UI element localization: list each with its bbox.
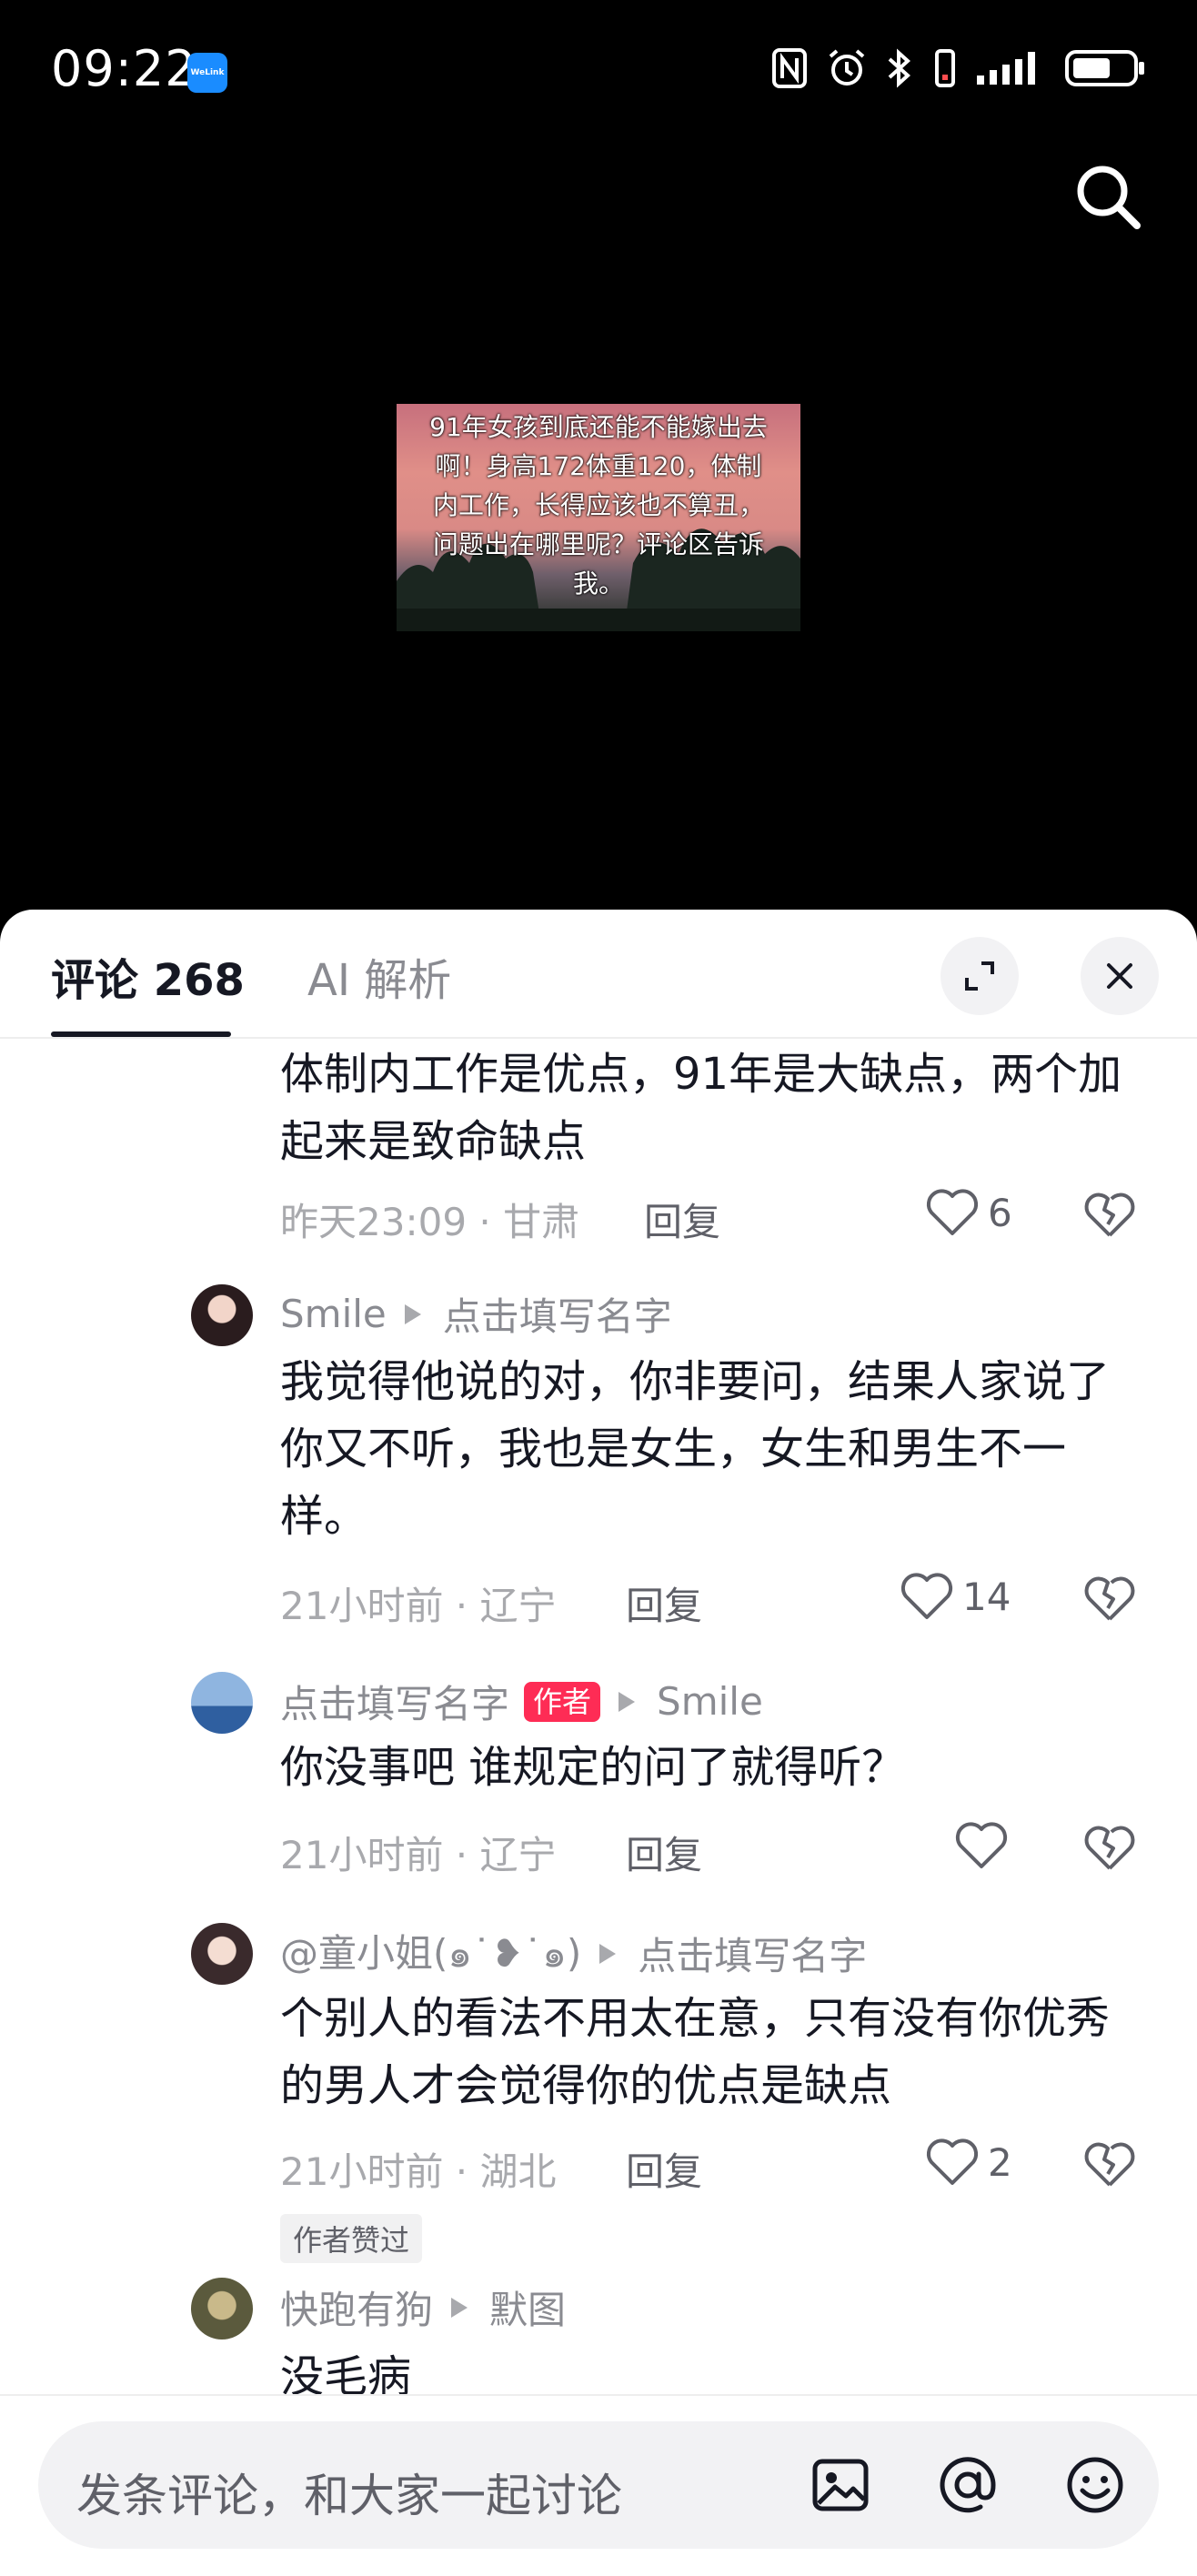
username[interactable]: 快跑有狗 <box>280 2279 433 2335</box>
active-tab-indicator <box>51 1031 231 1037</box>
username[interactable]: @童小姐(๑˙❥˙๑) <box>280 1923 581 1984</box>
dislike-icon[interactable] <box>1084 1190 1135 1241</box>
comment-input-placeholder: 发条评论，和大家一起讨论 <box>76 2470 622 2522</box>
reply-button[interactable]: 回复 <box>644 1192 720 1247</box>
reply-button[interactable]: 回复 <box>626 2141 702 2197</box>
status-icons <box>771 47 1146 89</box>
video-thumbnail[interactable]: 91年女孩到底还能不能嫁出去啊！身高172体重120，体制内工作，长得应该也不算… <box>397 404 800 631</box>
comment-text: 你没事吧 谁规定的问了就得听？ <box>280 1742 906 1793</box>
bluetooth-icon <box>888 48 910 88</box>
comment-header: @童小姐(๑˙❥˙๑) 点击填写名字 <box>280 1923 867 1984</box>
video-caption: 91年女孩到底还能不能嫁出去啊！身高172体重120，体制内工作，长得应该也不算… <box>429 412 768 599</box>
comment-text: 没毛病 <box>280 2351 412 2394</box>
avatar[interactable] <box>191 2278 253 2340</box>
battery-icon <box>1065 50 1144 86</box>
reply-to-username[interactable]: 点击填写名字 <box>638 1926 867 1981</box>
nfc-icon <box>772 48 807 88</box>
dislike-icon[interactable] <box>1084 1823 1135 1874</box>
expand-button[interactable] <box>940 937 1019 1015</box>
author-badge: 作者 <box>524 1681 601 1722</box>
reply-arrow-icon <box>451 2297 468 2318</box>
like-count: 14 <box>962 1574 1011 1619</box>
mention-icon[interactable] <box>935 2452 1001 2518</box>
alarm-icon <box>829 49 865 86</box>
dislike-icon[interactable] <box>1084 2139 1135 2190</box>
comment-header: 点击填写名字 作者 Smile <box>280 1674 763 1729</box>
comment-text: 个别人的看法不用太在意，只有没有你优秀的男人才会觉得你的优点是缺点 <box>280 1993 1111 2111</box>
search-icon[interactable] <box>1071 160 1144 233</box>
close-button[interactable] <box>1081 937 1159 1015</box>
heart-icon <box>955 1822 1008 1868</box>
heart-icon <box>926 2138 979 2185</box>
comment-text: 体制内工作是优点，91年是大缺点，两个加起来是致命缺点 <box>280 1049 1122 1167</box>
username[interactable]: 点击填写名字 <box>280 1674 509 1729</box>
comment-text: 我觉得他说的对，你非要问，结果人家说了你又不听，我也是女生，女生和男生不一样。 <box>280 1356 1111 1542</box>
status-time: 09:22 <box>51 40 197 97</box>
avatar[interactable] <box>191 1284 253 1346</box>
comment-meta: 21小时前 · 湖北 <box>280 2149 557 2194</box>
comment-input-bar: 发条评论，和大家一起讨论 <box>0 2394 1197 2576</box>
avatar[interactable] <box>191 1923 253 1985</box>
reply-arrow-icon <box>404 1303 421 1324</box>
expand-icon <box>965 961 994 991</box>
like-count: 2 <box>988 2139 1012 2185</box>
reply-to-username[interactable]: 默图 <box>489 2279 566 2335</box>
dislike-icon[interactable] <box>1084 1574 1135 1625</box>
like-button[interactable] <box>955 1821 1017 1870</box>
reply-to-username[interactable]: Smile <box>657 1679 763 1724</box>
like-button[interactable]: 2 <box>926 2138 1012 2187</box>
reply-button[interactable]: 回复 <box>626 1825 702 1880</box>
like-count: 6 <box>988 1190 1012 1235</box>
vibrate-icon <box>935 49 955 87</box>
reply-to-username[interactable]: 点击填写名字 <box>443 1286 672 1342</box>
comment-meta: 21小时前 · 辽宁 <box>280 1833 557 1877</box>
like-button[interactable]: 14 <box>900 1572 1011 1621</box>
comment-list[interactable]: 体制内工作是优点，91年是大缺点，两个加起来是致命缺点 昨天23:09 · 甘肃… <box>0 1039 1197 2394</box>
heart-icon <box>900 1573 953 1619</box>
status-bar: 09:22 WeLink <box>0 0 1197 146</box>
welink-app-icon: WeLink <box>187 53 227 93</box>
username[interactable]: Smile <box>280 1292 387 1336</box>
author-liked-badge: 作者赞过 <box>280 2214 423 2263</box>
like-button[interactable]: 6 <box>926 1188 1012 1237</box>
reply-button[interactable]: 回复 <box>626 1575 702 1631</box>
comment-header: Smile 点击填写名字 <box>280 1286 672 1342</box>
comment-sheet: 评论 268 AI 解析 体制内工作是优点，91年是大缺点，两个加起来是致命缺点… <box>0 910 1197 2576</box>
reply-arrow-icon <box>599 1943 617 1964</box>
heart-icon <box>926 1189 979 1235</box>
comment-meta: 昨天23:09 · 甘肃 <box>280 1200 580 1244</box>
image-icon[interactable] <box>808 2452 873 2518</box>
tab-comments[interactable]: 评论 268 <box>51 944 245 1008</box>
emoji-icon[interactable] <box>1062 2452 1128 2518</box>
close-icon <box>1107 963 1132 989</box>
avatar[interactable] <box>191 1672 253 1734</box>
reply-arrow-icon <box>619 1691 636 1712</box>
signal-icon <box>977 52 1035 85</box>
comment-header: 快跑有狗 默图 <box>280 2279 566 2335</box>
comment-meta: 21小时前 · 辽宁 <box>280 1584 557 1628</box>
comment-tabs: 评论 268 AI 解析 <box>0 910 1197 1039</box>
comment-input[interactable]: 发条评论，和大家一起讨论 <box>38 2421 1159 2549</box>
tab-ai-analysis[interactable]: AI 解析 <box>307 944 451 1008</box>
